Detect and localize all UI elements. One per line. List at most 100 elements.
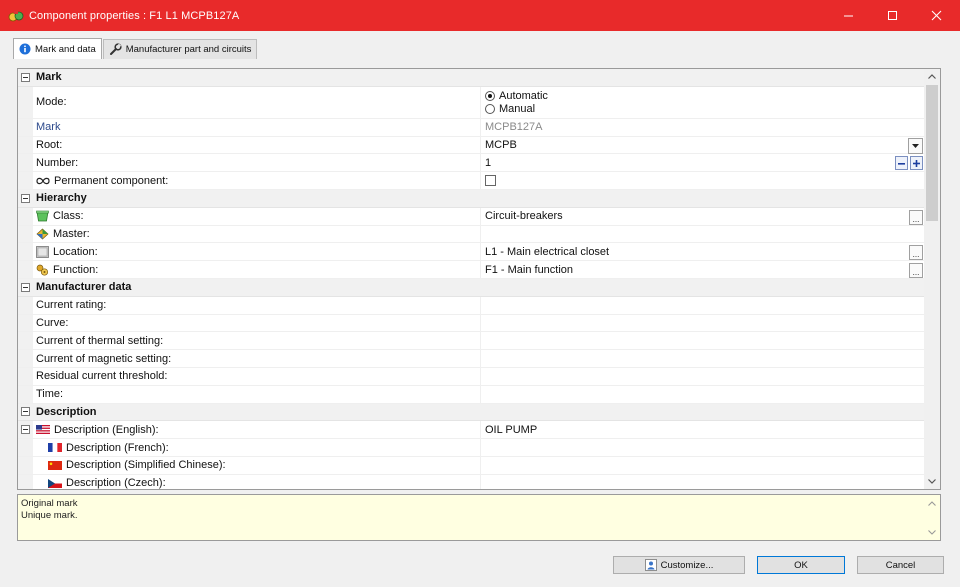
number-decrement-button[interactable] <box>895 156 908 171</box>
group-manufacturer-data[interactable]: Manufacturer data <box>18 278 924 297</box>
maximize-button[interactable] <box>870 0 914 31</box>
property-row-description-chinese[interactable]: Description (Simplified Chinese): <box>18 456 924 475</box>
number-value: 1 <box>485 156 492 169</box>
number-increment-button[interactable] <box>910 156 923 171</box>
collapse-icon[interactable] <box>21 193 30 203</box>
us-flag-icon <box>36 425 50 435</box>
property-row-location[interactable]: Location: L1 - Main electrical closet ..… <box>18 243 924 262</box>
time-value <box>480 385 924 403</box>
group-title: Mark <box>36 71 62 84</box>
location-field: L1 - Main electrical closet ... <box>480 243 924 261</box>
class-field: Circuit-breakers ... <box>480 207 924 225</box>
group-hierarchy[interactable]: Hierarchy <box>18 189 924 208</box>
scroll-thumb[interactable] <box>926 85 938 221</box>
minimize-icon <box>843 15 853 17</box>
mark-value: MCPB127A <box>480 118 924 136</box>
mode-manual-radio[interactable]: Manual <box>485 102 548 115</box>
master-label: Master: <box>53 227 90 240</box>
czech-flag-icon <box>48 478 62 488</box>
property-grid-scrollbar[interactable] <box>924 69 940 489</box>
property-row-time[interactable]: Time: <box>18 385 924 404</box>
description-czech-value[interactable] <box>480 474 924 489</box>
number-field[interactable]: 1 <box>480 154 924 172</box>
group-title: Description <box>36 405 97 418</box>
property-row-description-english[interactable]: Description (English): OIL PUMP <box>18 421 924 440</box>
thermal-setting-value <box>480 332 924 350</box>
ok-label: OK <box>794 559 808 571</box>
title-bar[interactable]: Component properties : F1 L1 MCPB127A <box>0 0 960 31</box>
curve-label: Curve: <box>36 316 69 329</box>
function-label: Function: <box>53 263 99 276</box>
china-flag-icon <box>48 460 62 470</box>
property-row-permanent[interactable]: Permanent component: <box>18 172 924 190</box>
thermal-setting-label: Current of thermal setting: <box>36 334 164 347</box>
info-icon <box>19 43 31 55</box>
mode-automatic-radio[interactable]: Automatic <box>485 89 548 102</box>
property-row-number[interactable]: Number: 1 <box>18 154 924 173</box>
description-chinese-label: Description (Simplified Chinese): <box>66 459 226 472</box>
french-flag-icon <box>48 443 62 453</box>
ok-button[interactable]: OK <box>757 556 845 574</box>
tab-mark-and-data[interactable]: Mark and data <box>13 38 102 59</box>
radio-label: Manual <box>499 102 536 115</box>
property-row-current-rating[interactable]: Current rating: <box>18 296 924 315</box>
root-field[interactable]: MCPB <box>480 136 924 154</box>
property-row-magnetic-setting[interactable]: Current of magnetic setting: <box>18 350 924 368</box>
minimize-button[interactable] <box>826 0 870 31</box>
location-value: L1 - Main electrical closet <box>485 245 610 258</box>
cancel-button[interactable]: Cancel <box>857 556 944 574</box>
description-chinese-value[interactable] <box>480 456 924 474</box>
description-english-value[interactable]: OIL PUMP <box>480 421 924 439</box>
property-row-mode: Mode: Automatic Manual <box>18 86 924 119</box>
mode-value: Automatic Manual <box>480 86 924 118</box>
location-icon <box>36 245 49 258</box>
collapse-icon[interactable] <box>21 425 30 435</box>
property-row-thermal-setting[interactable]: Current of thermal setting: <box>18 332 924 351</box>
root-dropdown-button[interactable] <box>908 137 923 154</box>
function-browse-button[interactable]: ... <box>909 263 923 279</box>
window-title: Component properties : F1 L1 MCPB127A <box>29 9 240 22</box>
permanent-checkbox[interactable] <box>485 175 496 187</box>
property-row-function[interactable]: Function: F1 - Main function ... <box>18 261 924 279</box>
mark-label: Mark <box>36 121 61 134</box>
help-description-panel: Original mark Unique mark. <box>17 494 941 541</box>
master-icon <box>36 228 49 240</box>
tab-manufacturer-part-and-circuits[interactable]: Manufacturer part and circuits <box>102 39 258 59</box>
chevron-up-icon <box>928 73 936 79</box>
radio-checked-icon <box>485 90 495 101</box>
magnetic-setting-label: Current of magnetic setting: <box>36 352 172 365</box>
scroll-up-button[interactable] <box>924 69 940 83</box>
property-row-residual-current[interactable]: Residual current threshold: <box>18 367 924 386</box>
collapse-icon[interactable] <box>21 407 30 417</box>
help-line-1: Original mark <box>21 498 78 509</box>
property-row-master[interactable]: Master: <box>18 225 924 244</box>
close-button[interactable] <box>914 0 958 31</box>
number-label: Number: <box>36 156 79 169</box>
description-french-value[interactable] <box>480 439 924 456</box>
collapse-icon[interactable] <box>21 72 30 82</box>
group-description[interactable]: Description <box>18 403 924 422</box>
infinity-icon <box>36 177 50 184</box>
group-mark[interactable]: Mark <box>18 69 924 87</box>
property-row-class[interactable]: Class: Circuit-breakers ... <box>18 207 924 226</box>
property-row-description-czech[interactable]: Description (Czech): <box>18 474 924 489</box>
class-browse-button[interactable]: ... <box>909 209 923 225</box>
location-browse-button[interactable]: ... <box>909 245 923 261</box>
property-row-root[interactable]: Root: MCPB <box>18 136 924 155</box>
master-value <box>480 225 924 243</box>
chevron-down-icon <box>928 478 936 484</box>
location-label: Location: <box>53 245 98 258</box>
permanent-label-wrap: Permanent component: <box>36 175 168 187</box>
cancel-label: Cancel <box>885 559 916 571</box>
chevron-up-icon <box>928 501 936 506</box>
property-row-description-french[interactable]: Description (French): <box>18 439 924 457</box>
description-french-label: Description (French): <box>66 441 169 454</box>
chevron-down-icon <box>928 530 936 535</box>
tab-label: Manufacturer part and circuits <box>125 44 252 55</box>
property-row-curve[interactable]: Curve: <box>18 314 924 333</box>
collapse-icon[interactable] <box>21 282 30 292</box>
property-row-mark[interactable]: Mark MCPB127A <box>18 118 924 137</box>
customize-button[interactable]: Customize... <box>613 556 745 574</box>
scroll-down-button[interactable] <box>924 474 940 488</box>
help-scrollbar[interactable] <box>924 495 940 540</box>
